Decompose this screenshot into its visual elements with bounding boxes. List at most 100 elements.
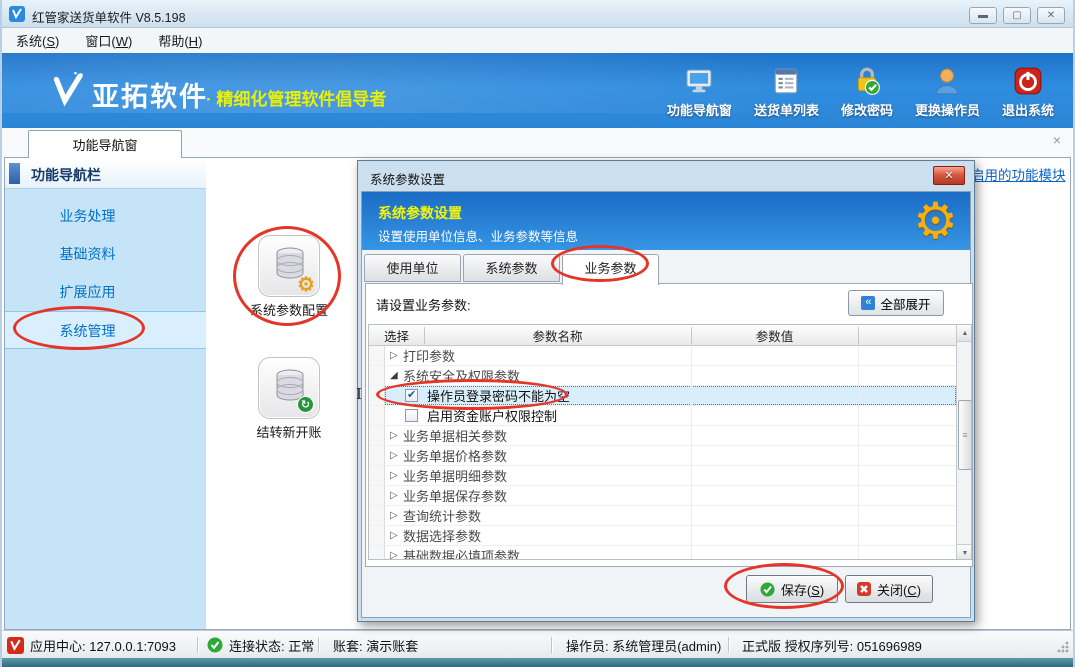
status-segment: 连接状态: 正常 <box>207 631 314 659</box>
group-label: 基础数据必填项参数 <box>403 546 520 560</box>
menu-item[interactable]: 帮助(H) <box>158 31 202 50</box>
group-label: 业务单据明细参数 <box>403 466 507 485</box>
save-button[interactable]: 保存(S) <box>746 575 838 603</box>
toolbar-monitor-icon[interactable]: 功能导航窗 <box>662 66 737 119</box>
status-text: 应用中心: 127.0.0.1:7093 <box>30 636 176 655</box>
brand-slogan: · 精细化管理软件倡导者 <box>206 85 386 110</box>
param-item-row[interactable]: 启用资金账户权限控制 <box>369 406 956 426</box>
status-segment: 正式版 授权序列号: 051696989 <box>742 631 922 659</box>
sidebar-item[interactable]: 系统管理 <box>5 311 206 349</box>
sidebar-item[interactable]: 业务处理 <box>5 197 206 235</box>
status-divider <box>551 637 552 653</box>
save-check-icon <box>760 582 775 597</box>
scroll-down-icon[interactable]: ▼ <box>957 544 972 560</box>
params-prompt: 请设置业务参数: <box>376 295 471 314</box>
enabled-modules-link[interactable]: 启用的功能模块 <box>971 164 1066 184</box>
row-indicator <box>369 426 385 445</box>
row-indicator <box>369 446 385 465</box>
sidebar-item[interactable]: 基础资料 <box>5 235 206 273</box>
app-window: 红管家送货单软件 V8.5.198 ▬ ▢ ✕ 系统(S)窗口(W)帮助(H) … <box>0 0 1075 667</box>
expand-icon[interactable]: ▷ <box>390 490 403 501</box>
brand-logo-icon <box>48 70 86 108</box>
expand-icon[interactable]: ▷ <box>390 530 403 541</box>
operator-icon <box>932 66 962 96</box>
power-icon <box>1013 66 1043 96</box>
menu-item[interactable]: 系统(S) <box>16 31 59 50</box>
param-label: 操作员登录密码不能为空 <box>427 386 570 405</box>
database-refresh-icon: ↻ <box>258 357 320 419</box>
delivery-list-icon <box>771 66 801 96</box>
param-group-row[interactable]: ▷业务单据保存参数 <box>369 486 956 506</box>
lock-check-icon <box>852 66 882 96</box>
param-group-row[interactable]: ▷打印参数 <box>369 346 956 366</box>
toolbar-lock-check-icon[interactable]: 修改密码 <box>836 66 898 119</box>
business-params-panel: 请设置业务参数: « 全部展开 选择 参数名称 参数值 ▷打印参数◢系统安全及权… <box>365 283 973 567</box>
close-button[interactable]: 关闭(C) <box>845 575 933 603</box>
status-divider <box>197 637 198 653</box>
collapse-icon[interactable]: ◢ <box>390 370 403 381</box>
vertical-scrollbar[interactable]: ▲ ≡ ▼ <box>956 325 972 560</box>
dialog-tab[interactable]: 使用单位 <box>364 254 461 282</box>
header-banner: 亚拓软件 · 精细化管理软件倡导者 功能导航窗送货单列表修改密码更换操作员退出系… <box>2 53 1073 128</box>
toolbar-power-icon[interactable]: 退出系统 <box>997 66 1059 119</box>
window-border-left <box>0 0 2 667</box>
checkbox[interactable] <box>405 389 418 402</box>
param-group-row[interactable]: ◢系统安全及权限参数 <box>369 366 956 386</box>
gear-icon: ⚙ <box>297 274 315 294</box>
status-segment: 账套: 演示账套 <box>333 631 418 659</box>
param-group-row[interactable]: ▷业务单据明细参数 <box>369 466 956 486</box>
menu-item[interactable]: 窗口(W) <box>85 31 132 50</box>
param-group-row[interactable]: ▷业务单据相关参数 <box>369 426 956 446</box>
scrollbar-thumb[interactable]: ≡ <box>958 400 972 470</box>
expand-all-button[interactable]: « 全部展开 <box>848 290 944 316</box>
expand-icon[interactable]: ▷ <box>390 450 403 461</box>
param-group-row[interactable]: ▷业务单据价格参数 <box>369 446 956 466</box>
monitor-icon <box>684 66 714 96</box>
expand-icon[interactable]: ▷ <box>390 350 403 361</box>
toolbar-delivery-list-icon[interactable]: 送货单列表 <box>749 66 824 119</box>
status-text: 连接状态: 正常 <box>229 636 314 655</box>
sidebar-accent-bar <box>9 163 20 184</box>
dialog-tab[interactable]: 系统参数 <box>463 254 560 282</box>
row-indicator <box>369 466 385 485</box>
param-item-row[interactable]: 操作员登录密码不能为空 <box>369 386 956 406</box>
sidebar-item[interactable]: 扩展应用 <box>5 273 206 311</box>
sidebar-header: 功能导航栏 <box>5 159 206 189</box>
database-gear-icon: ⚙ <box>258 235 320 297</box>
param-label: 启用资金账户权限控制 <box>427 406 557 425</box>
expand-icon[interactable]: ▷ <box>390 510 403 521</box>
close-icon[interactable]: ✕ <box>1037 7 1065 24</box>
scroll-up-icon[interactable]: ▲ <box>957 325 972 342</box>
column-header-name[interactable]: 参数名称 <box>424 325 691 346</box>
expand-all-icon: « <box>861 296 875 310</box>
dialog-banner: 系统参数设置 设置使用单位信息、业务参数等信息 ⚙ <box>362 192 970 250</box>
param-group-row[interactable]: ▷基础数据必填项参数 <box>369 546 956 560</box>
param-group-row[interactable]: ▷查询统计参数 <box>369 506 956 526</box>
tab-function-navigator[interactable]: 功能导航窗 <box>28 130 182 158</box>
group-label: 打印参数 <box>403 346 455 365</box>
expand-icon[interactable]: ▷ <box>390 430 403 441</box>
checkbox[interactable] <box>405 409 418 422</box>
dialog-tab[interactable]: 业务参数 <box>562 254 659 285</box>
text-cursor: I <box>356 385 362 403</box>
column-header-value[interactable]: 参数值 <box>691 325 858 346</box>
dialog-close-icon[interactable]: ✕ <box>933 166 965 185</box>
expand-icon[interactable]: ▷ <box>390 470 403 481</box>
row-indicator <box>369 526 385 545</box>
shortcut-system-params[interactable]: ⚙ 系统参数配置 <box>247 235 331 319</box>
resize-grip-icon[interactable] <box>1056 640 1069 653</box>
maximize-icon[interactable]: ▢ <box>1003 7 1031 24</box>
tabstrip-close-icon[interactable]: × <box>1053 132 1061 148</box>
toolbar-operator-icon[interactable]: 更换操作员 <box>910 66 985 119</box>
shortcut-carry-forward[interactable]: ↻ 结转新开账 <box>247 357 331 441</box>
refresh-icon: ↻ <box>297 396 314 413</box>
expand-icon[interactable]: ▷ <box>390 550 403 560</box>
shortcut-label: 结转新开账 <box>256 422 321 441</box>
param-group-row[interactable]: ▷数据选择参数 <box>369 526 956 546</box>
group-label: 数据选择参数 <box>403 526 481 545</box>
column-header-select[interactable]: 选择 <box>369 325 424 346</box>
title-bar: 红管家送货单软件 V8.5.198 ▬ ▢ ✕ <box>0 0 1075 28</box>
status-bar: 应用中心: 127.0.0.1:7093连接状态: 正常账套: 演示账套操作员:… <box>0 630 1075 658</box>
minimize-icon[interactable]: ▬ <box>969 7 997 24</box>
banner-toolbar: 功能导航窗送货单列表修改密码更换操作员退出系统 <box>662 66 1059 119</box>
